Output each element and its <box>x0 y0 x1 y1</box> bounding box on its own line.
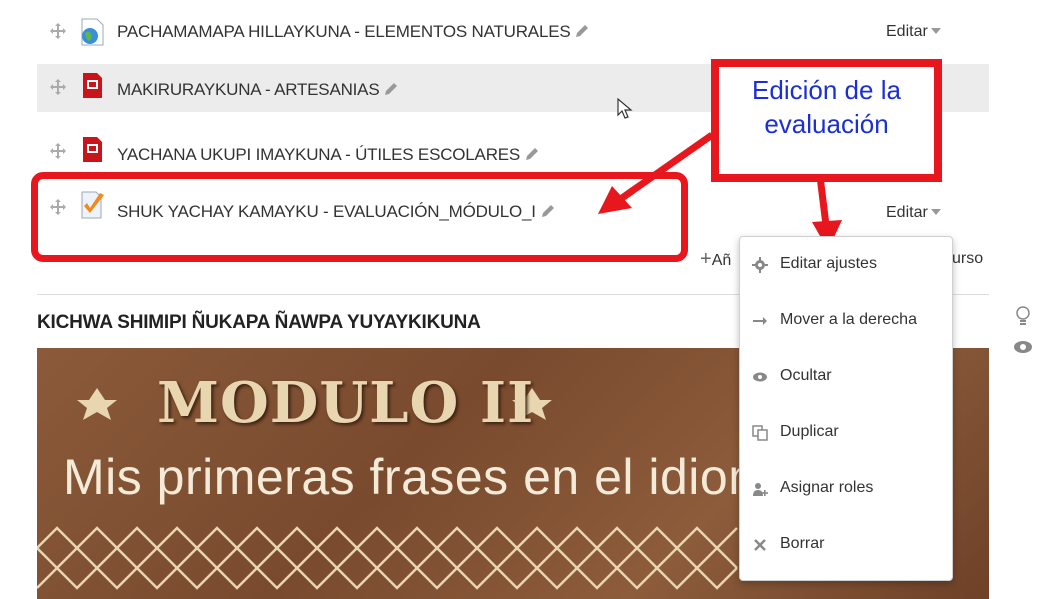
menu-item-label: Duplicar <box>780 423 839 440</box>
star-ornament-left <box>77 388 117 420</box>
gear-icon <box>752 257 768 273</box>
arrow-head-left <box>598 186 632 214</box>
menu-item-label: Borrar <box>780 535 825 552</box>
menu-item-edit-settings[interactable]: Editar ajustes <box>740 245 952 285</box>
menu-item-hide[interactable]: Ocultar <box>740 357 952 397</box>
callout-line-1: Edición de la <box>752 75 901 105</box>
banner-title: MODULO II <box>157 370 535 436</box>
menu-item-label: Asignar roles <box>780 479 874 496</box>
delete-x-icon <box>752 537 768 553</box>
menu-item-label: Ocultar <box>780 367 832 384</box>
menu-item-assign-roles[interactable]: Asignar roles <box>740 469 952 509</box>
menu-item-move-right[interactable]: Mover a la derecha <box>740 301 952 341</box>
menu-item-label: Editar ajustes <box>780 255 877 272</box>
section-title: KICHWA SHIMIPI ÑUKAPA ÑAWPA YUYAYKIKUNA <box>37 312 481 333</box>
eye-icon[interactable] <box>1013 340 1033 359</box>
banner-subtitle: Mis primeras frases en el idioma K <box>63 449 847 505</box>
callout-line-2: evaluación <box>764 109 889 139</box>
arrow-right-icon <box>752 313 768 329</box>
menu-item-label: Mover a la derecha <box>780 311 917 328</box>
edit-dropdown-menu: Editar ajustes Mover a la derecha Oculta… <box>739 236 953 581</box>
duplicate-icon <box>752 425 768 441</box>
assign-user-icon <box>752 481 768 497</box>
annotation-callout: Edición de la evaluación <box>711 59 942 182</box>
menu-item-duplicate[interactable]: Duplicar <box>740 413 952 453</box>
arrow-to-title <box>619 132 715 201</box>
menu-item-delete[interactable]: Borrar <box>740 525 952 565</box>
eye-icon <box>752 369 768 385</box>
lightbulb-icon[interactable] <box>1015 306 1031 333</box>
